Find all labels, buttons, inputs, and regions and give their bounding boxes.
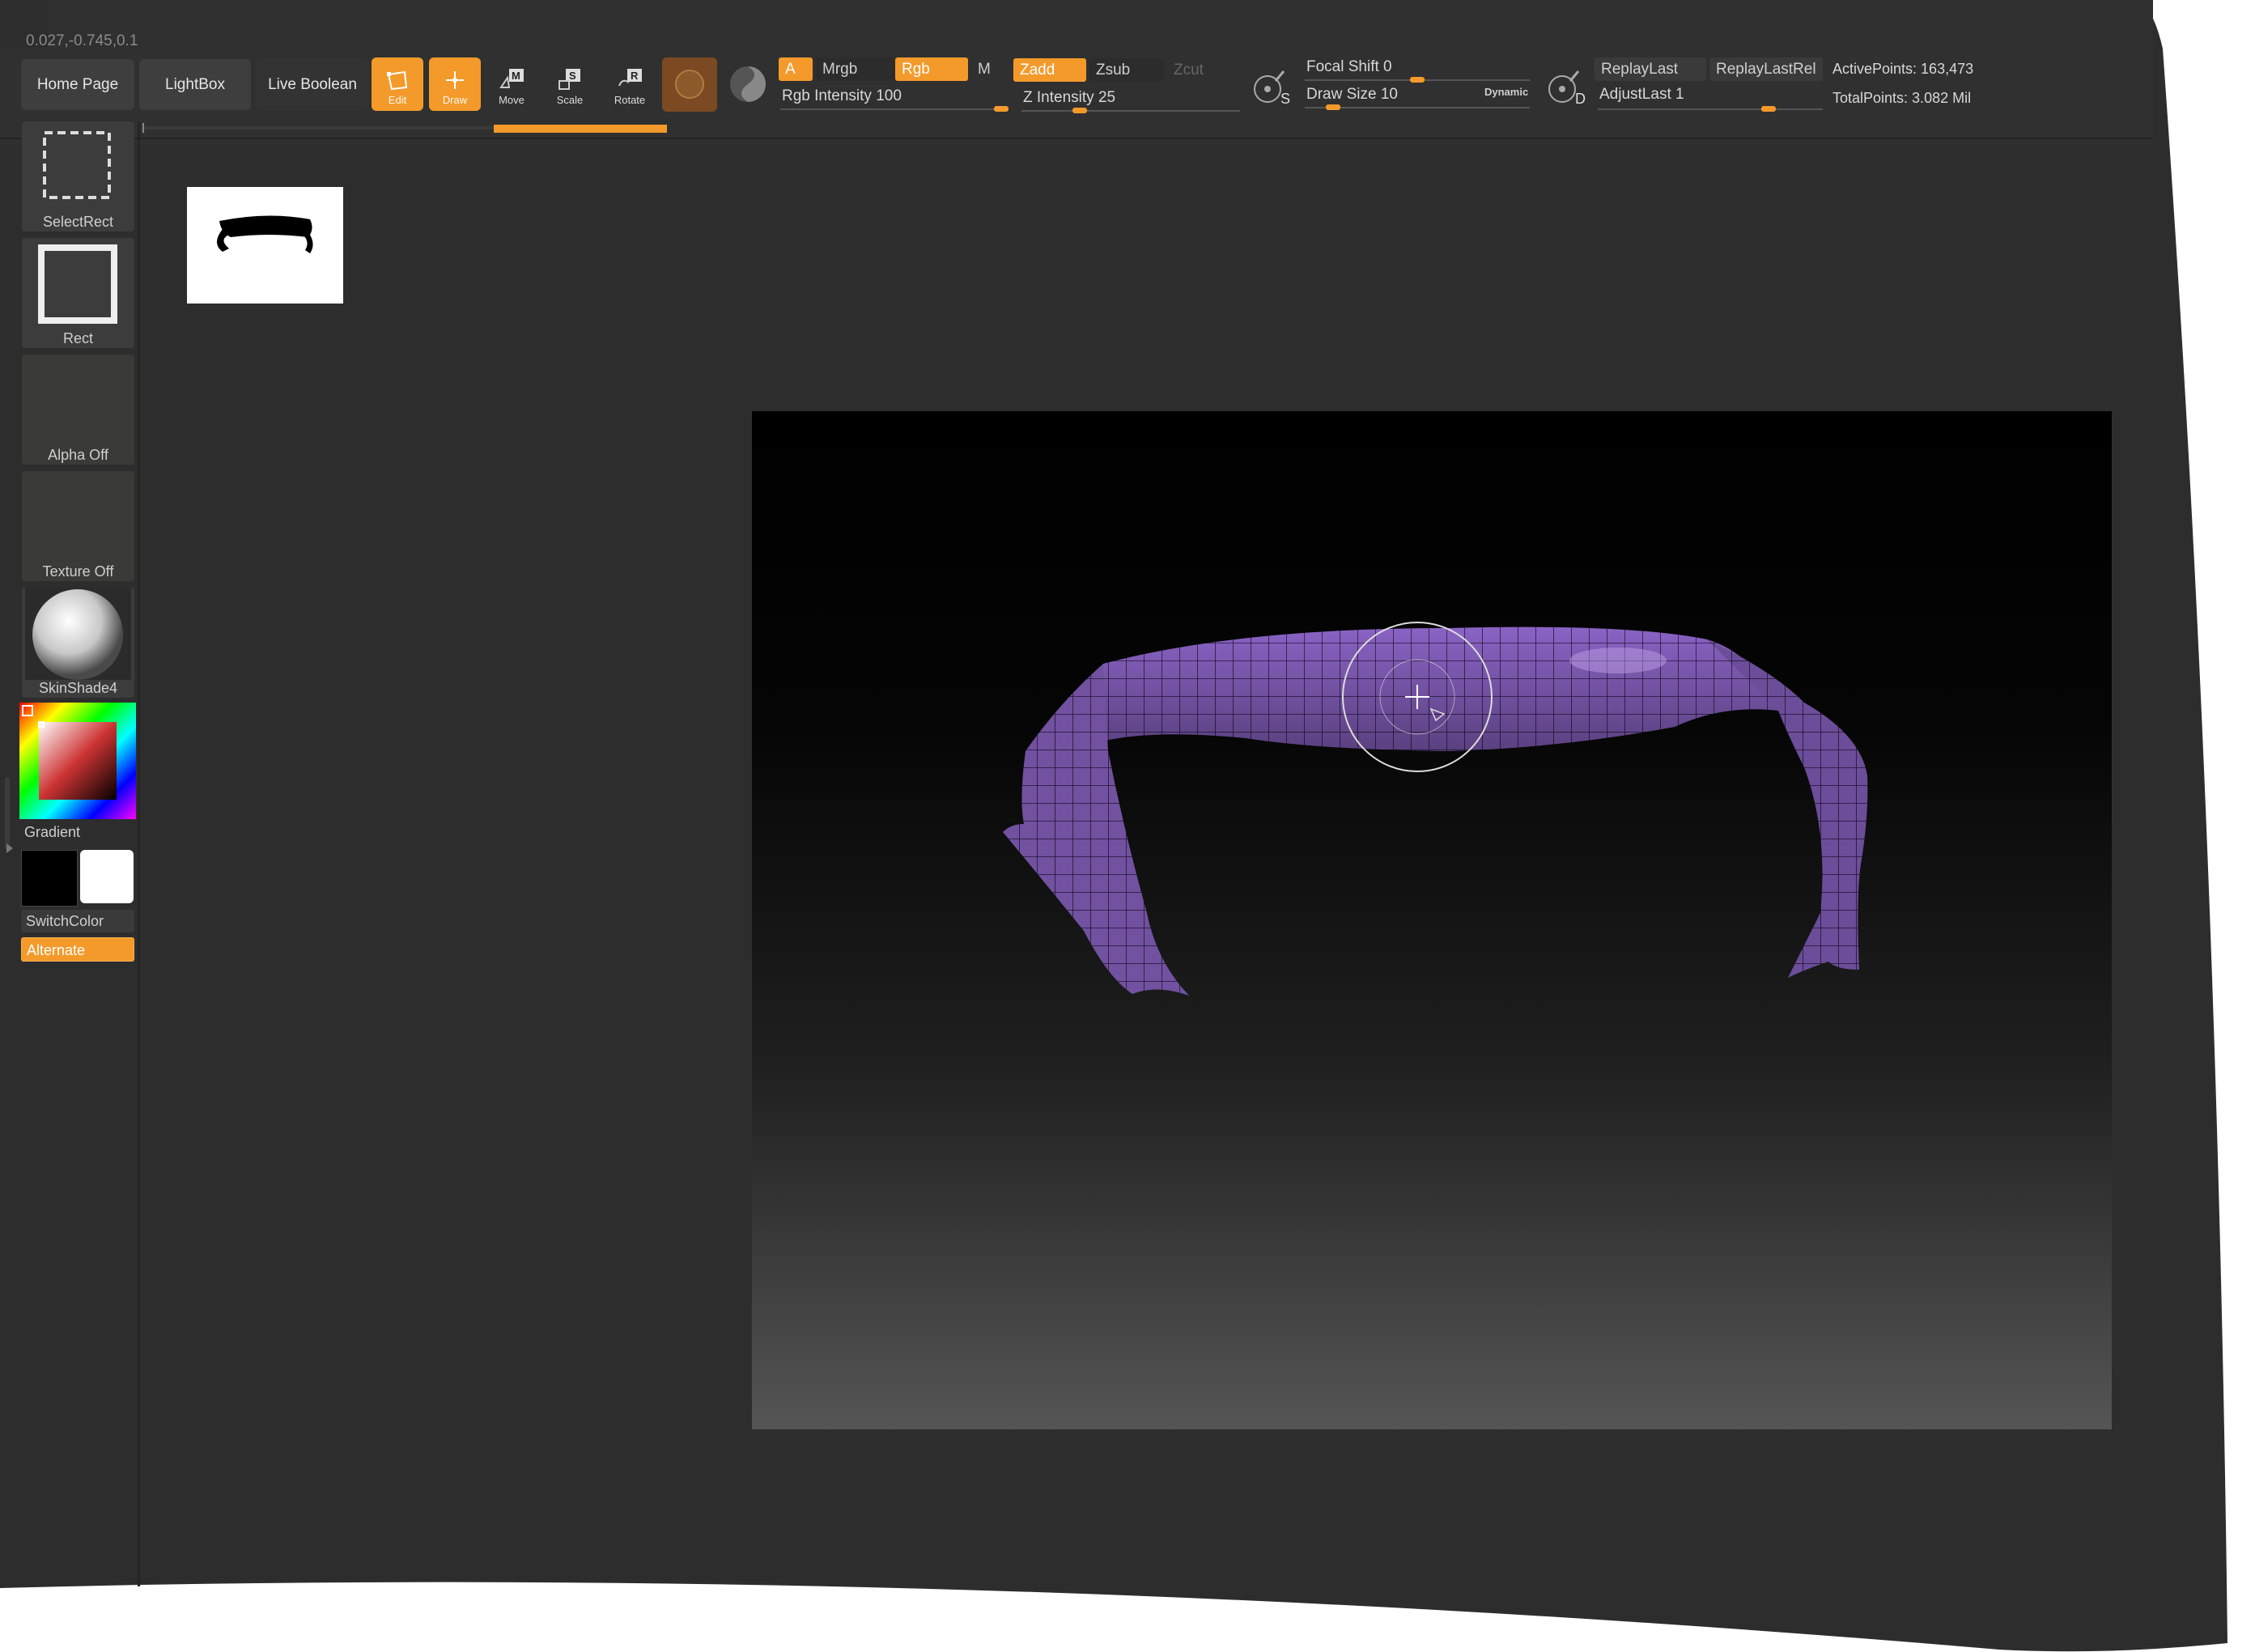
rgb-intensity-track[interactable] (780, 108, 1009, 110)
adjust-last-value: 1 (1675, 86, 1684, 103)
lightbox-button[interactable]: LightBox (139, 59, 251, 110)
d-letter: D (1575, 91, 1586, 107)
draw-label: Draw (442, 94, 468, 106)
sphere-icon (675, 70, 704, 99)
rgb-toggle[interactable]: Rgb (895, 57, 968, 81)
adjust-last-label: AdjustLast (1599, 86, 1671, 103)
draw-size-value: 10 (1380, 86, 1398, 103)
draw-icon (446, 71, 464, 89)
replay-last-rel-button[interactable]: ReplayLastRel (1709, 57, 1823, 81)
progress-bar (494, 125, 667, 133)
material-label: SkinShade4 (38, 680, 118, 696)
live-boolean-button[interactable]: Live Boolean (256, 59, 369, 110)
draw-size-knob[interactable] (1326, 104, 1340, 110)
stroke-ball-button[interactable] (725, 62, 771, 107)
brush-circle-icon (1342, 622, 1493, 772)
secondary-color-swatch[interactable] (80, 850, 134, 903)
zcut-toggle[interactable]: Zcut (1167, 58, 1238, 82)
sidebar-divider (138, 121, 140, 1586)
zsub-toggle[interactable]: Zsub (1089, 58, 1164, 82)
mesh-model (1003, 626, 1868, 996)
expand-arrow-icon[interactable] (5, 842, 15, 861)
material-toggle-button[interactable] (662, 57, 717, 112)
rgb-intensity-label: Rgb Intensity (782, 87, 872, 104)
viewport-canvas[interactable] (752, 411, 2112, 1429)
svg-text:R: R (631, 70, 639, 82)
adjust-last-slider[interactable]: AdjustLast 1 (1599, 86, 1684, 104)
alternate-button[interactable]: Alternate (21, 937, 134, 962)
texture-off-label: Texture Off (42, 563, 114, 580)
draw-size-label: Draw Size (1306, 86, 1377, 103)
scale-label: Scale (556, 94, 584, 106)
symmetry-s-button[interactable]: S (1248, 68, 1293, 108)
main-color-swatch[interactable] (21, 850, 78, 907)
zbrush-window: 0.027,-0.745,0.1 Home Page LightBox Live… (0, 0, 2255, 1652)
coordinates-readout: 0.027,-0.745,0.1 (26, 32, 138, 49)
progress-track (144, 126, 494, 130)
select-rect-label: SelectRect (42, 214, 114, 230)
focal-shift-knob[interactable] (1410, 77, 1425, 83)
svg-text:M: M (512, 70, 520, 82)
mesh-silhouette-icon (217, 215, 313, 253)
rotate-label: Rotate (614, 94, 646, 106)
edit-icon (387, 70, 408, 91)
edit-label: Edit (388, 94, 407, 106)
zadd-toggle[interactable]: Zadd (1013, 58, 1086, 82)
replay-last-button[interactable]: ReplayLast (1595, 57, 1706, 81)
alpha-off-label: Alpha Off (48, 447, 108, 463)
rgb-intensity-slider[interactable]: Rgb Intensity 100 (782, 87, 902, 105)
move-icon: M (499, 69, 524, 88)
edit-button[interactable]: Edit (372, 57, 423, 111)
rect-label: Rect (62, 330, 93, 346)
a-toggle[interactable]: A (779, 57, 813, 81)
left-tray-handle[interactable] (5, 777, 10, 850)
total-points-readout: TotalPoints: 3.082 Mil (1832, 90, 1972, 106)
brush-d-icon: D (1548, 70, 1586, 107)
focal-shift-slider[interactable]: Focal Shift 0 (1306, 58, 1392, 76)
mrgb-toggle[interactable]: Mrgb (816, 57, 900, 81)
focal-shift-label: Focal Shift (1306, 58, 1379, 75)
rotate-button[interactable]: R Rotate (604, 57, 656, 111)
svg-text:S: S (569, 70, 576, 82)
s-letter: S (1280, 91, 1290, 107)
adjust-last-knob[interactable] (1761, 106, 1776, 112)
rgb-intensity-knob[interactable] (994, 106, 1009, 112)
color-wheel-icon (19, 703, 136, 819)
color-picker[interactable] (19, 703, 136, 819)
z-intensity-value: 25 (1098, 89, 1116, 106)
rotate-icon: R (618, 69, 642, 87)
z-intensity-knob[interactable] (1072, 108, 1087, 113)
gradient-toggle[interactable]: Gradient (24, 824, 80, 841)
move-button[interactable]: M Move (486, 57, 537, 111)
rgb-intensity-value: 100 (876, 87, 902, 104)
draw-d-button[interactable]: D (1543, 68, 1588, 108)
home-page-button[interactable]: Home Page (21, 59, 134, 110)
z-intensity-slider[interactable]: Z Intensity 25 (1023, 89, 1115, 107)
m-toggle[interactable]: M (971, 57, 1007, 81)
draw-button[interactable]: Draw (429, 57, 481, 111)
move-label: Move (499, 94, 524, 106)
scale-icon: S (558, 69, 580, 90)
dynamic-toggle[interactable]: Dynamic (1484, 86, 1528, 98)
focal-shift-value: 0 (1383, 58, 1392, 75)
draw-size-slider[interactable]: Draw Size 10 (1306, 86, 1398, 104)
brush-cursor (1340, 620, 1494, 774)
switch-color-button[interactable]: SwitchColor (21, 910, 134, 932)
adjust-last-track[interactable] (1598, 108, 1823, 110)
dot-brush-icon: S (1254, 70, 1290, 107)
z-intensity-track[interactable] (1021, 110, 1240, 112)
scale-button[interactable]: S Scale (544, 57, 596, 111)
half-sphere-icon (730, 66, 766, 102)
navigator-thumbnail[interactable] (187, 187, 343, 304)
active-points-readout: ActivePoints: 163,473 (1832, 61, 1974, 77)
z-intensity-label: Z Intensity (1023, 89, 1094, 106)
